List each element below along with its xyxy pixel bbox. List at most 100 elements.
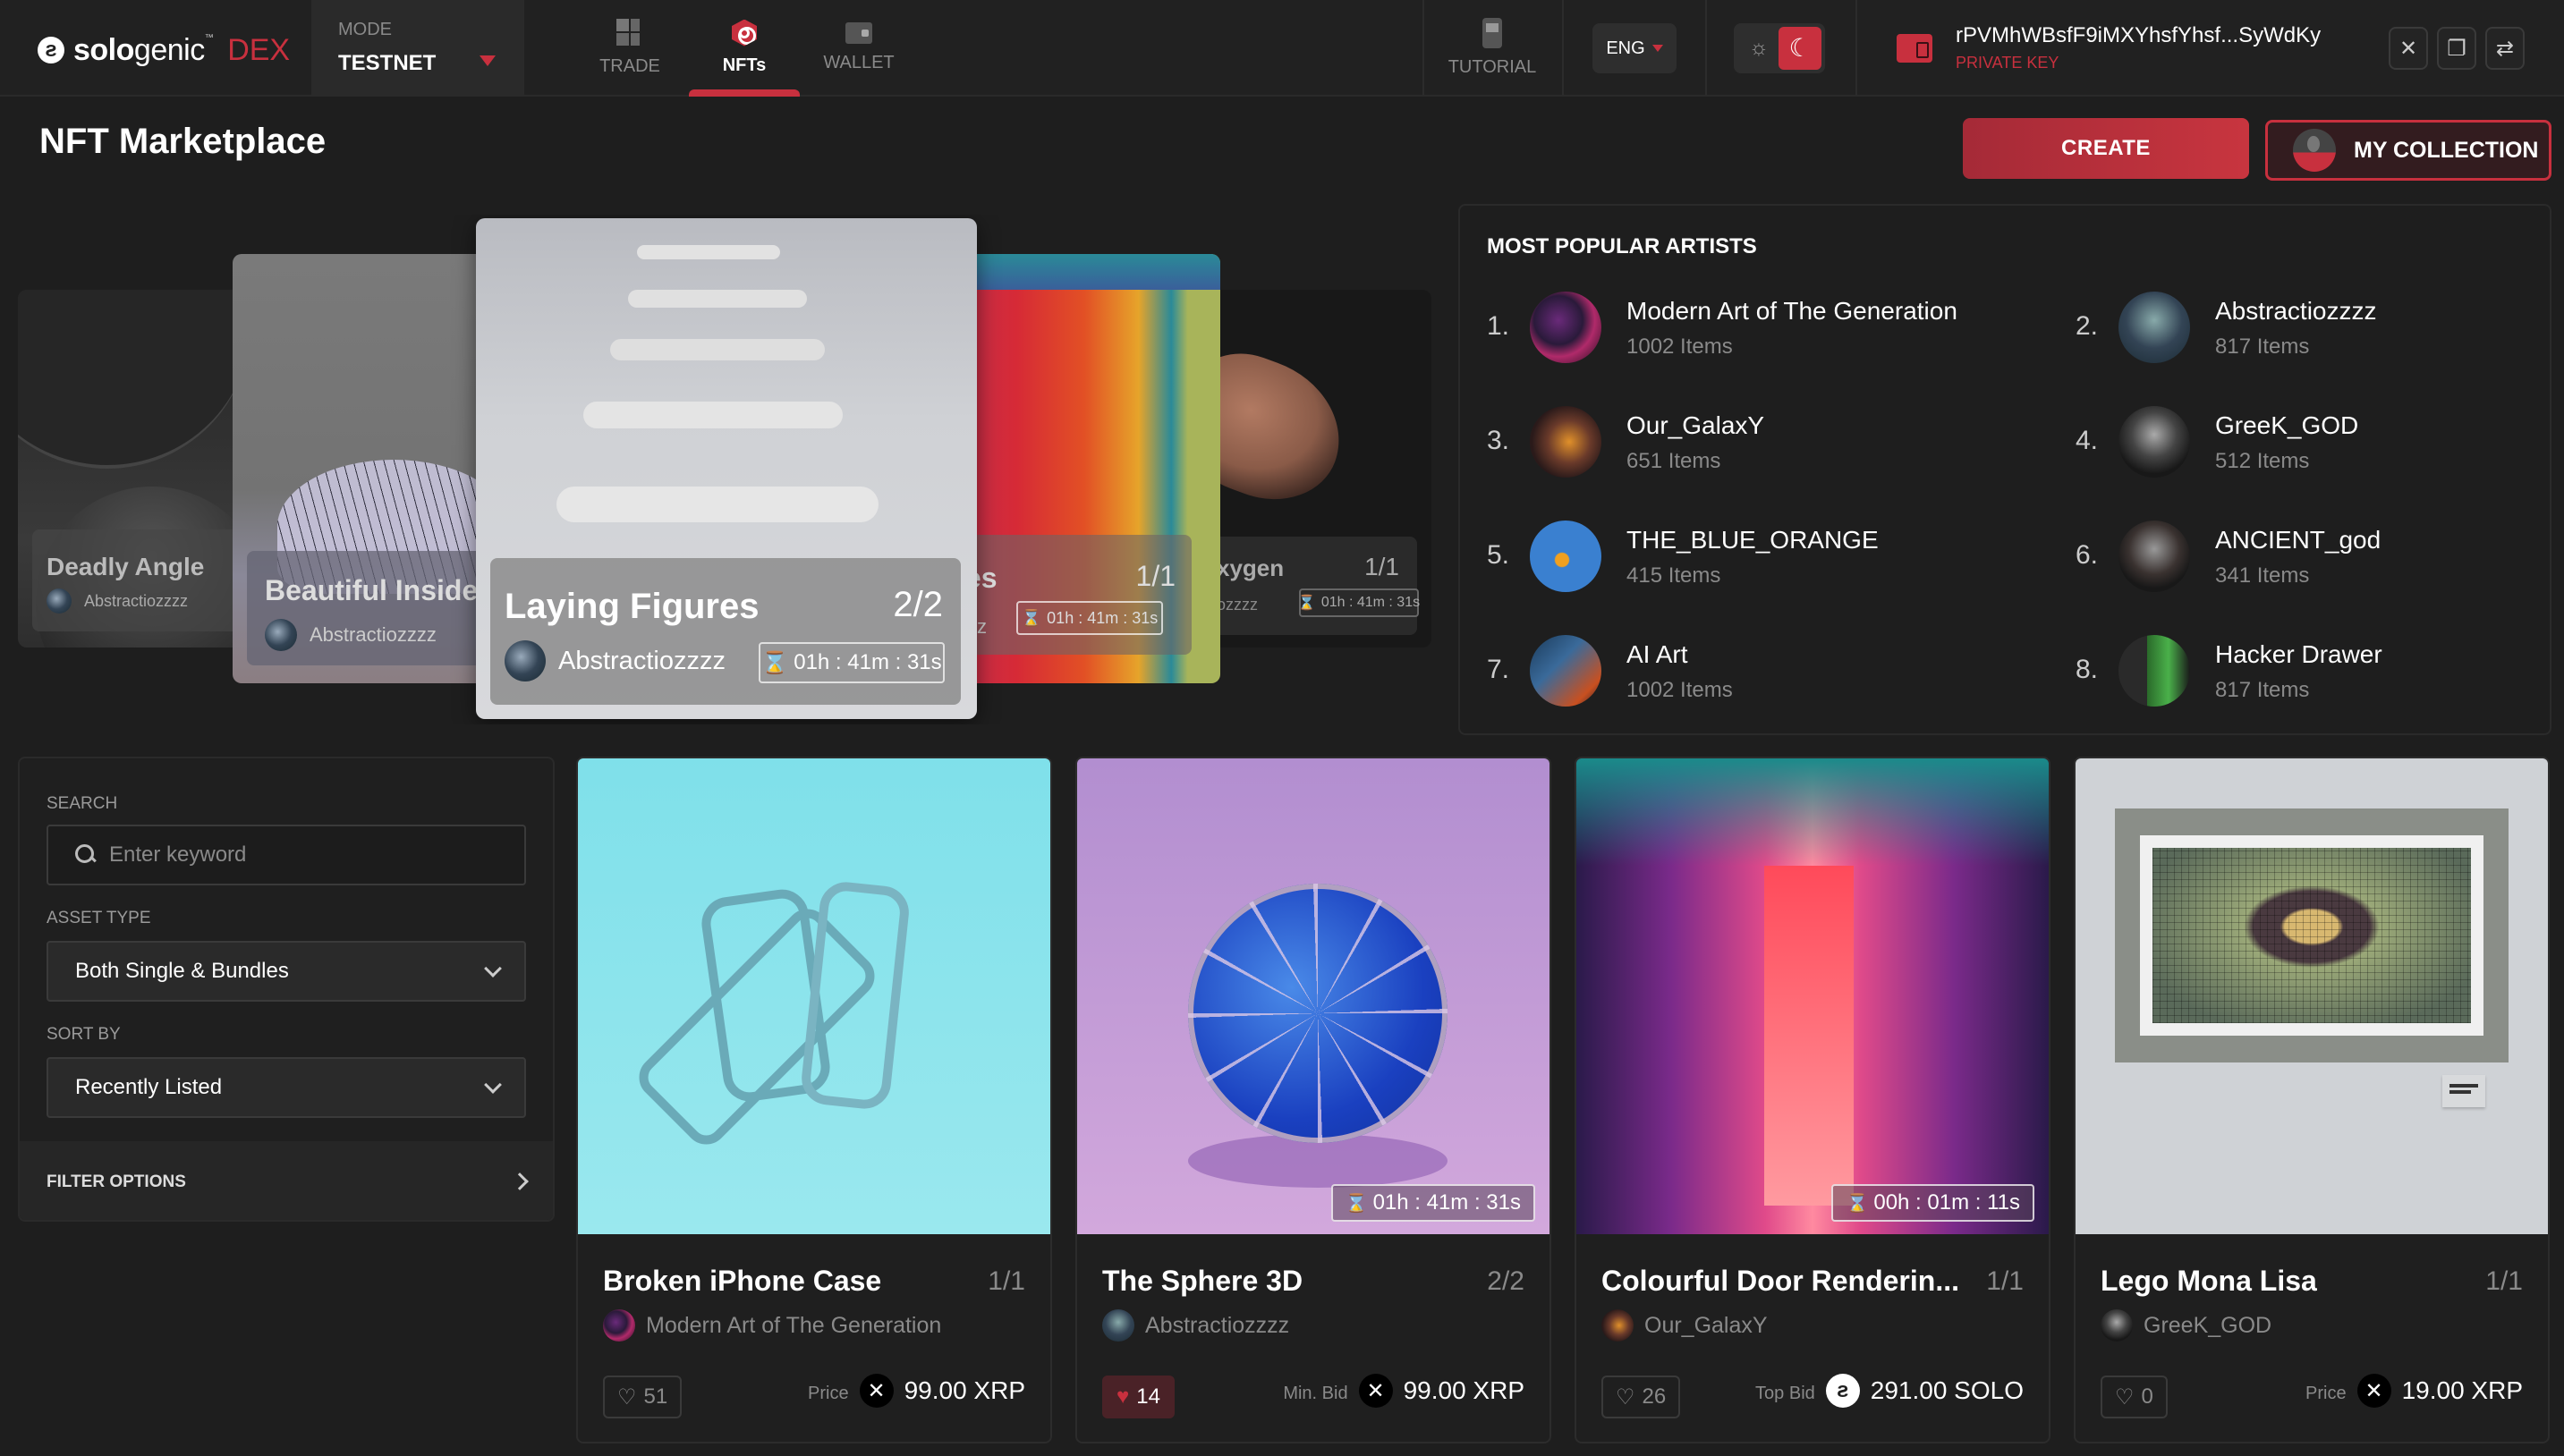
swap-icon: ⇄ — [2495, 36, 2515, 61]
trade-icon — [615, 18, 645, 47]
close-wallet-button[interactable]: ✕ — [2389, 27, 2428, 70]
price-value: 19.00 XRP — [2401, 1376, 2523, 1404]
artist-name: Our_GalaxY — [1644, 1312, 1768, 1338]
like-button[interactable]: ♡ 51 — [603, 1376, 683, 1418]
artist-item-count: 341 Items — [2215, 563, 2310, 588]
artist-item[interactable]: 4. GreeK_GOD 512 Items — [2076, 406, 2564, 487]
mode-selector[interactable]: MODE TESTNET — [311, 0, 524, 95]
nft-card[interactable]: ⌛ 00h : 01m : 11s Colourful Door Renderin.… — [1575, 757, 2050, 1443]
artist-avatar — [265, 619, 297, 651]
like-button[interactable]: ♡ 0 — [2101, 1376, 2168, 1418]
artist-name: Modern Art of The Generation — [1626, 297, 1957, 325]
nft-image[interactable] — [2076, 758, 2548, 1234]
artist-item[interactable]: 6. ANCIENT_god 341 Items — [2076, 521, 2564, 601]
sort-by-select[interactable]: Recently Listed — [47, 1057, 526, 1118]
artist-item-count: 1002 Items — [1626, 678, 1733, 702]
artist-item[interactable]: 8. Hacker Drawer 817 Items — [2076, 635, 2564, 715]
artist-item-count: 512 Items — [2215, 449, 2310, 473]
nav-nfts[interactable]: NFTs — [687, 0, 802, 97]
chevron-right-icon — [511, 1172, 529, 1190]
private-key-label[interactable]: PRIVATE KEY — [1956, 54, 2059, 72]
filter-options-toggle[interactable]: FILTER OPTIONS — [20, 1141, 553, 1220]
carousel-card-info: Laying Figures 2/2 Abstractiozzzz ⌛ 01h :… — [490, 558, 961, 705]
nft-artist[interactable]: Abstractiozzzz — [1102, 1309, 1289, 1342]
artist-rank: 7. — [1487, 655, 1510, 684]
carousel-card-artist: Abstractiozzzz — [265, 619, 437, 651]
carousel-card-artist: Abstractiozzzz — [505, 640, 726, 681]
artist-avatar — [2118, 406, 2190, 478]
search-icon — [75, 844, 97, 866]
nft-image[interactable] — [578, 758, 1050, 1234]
nav-trade[interactable]: TRADE — [573, 0, 687, 95]
xrp-icon: ✕ — [859, 1374, 894, 1408]
asset-type-select[interactable]: Both Single & Bundles — [47, 941, 526, 1002]
artist-item-count: 1002 Items — [1626, 334, 1733, 359]
chevron-down-icon — [484, 960, 502, 978]
asset-type-value: Both Single & Bundles — [75, 959, 289, 983]
artist-avatar — [603, 1309, 635, 1342]
nft-price: Top Bid ƨ 291.00 SOLO — [1755, 1374, 2024, 1408]
copy-address-button[interactable]: ❐ — [2437, 27, 2476, 70]
carousel-card-title: Beautiful Insides — [265, 574, 495, 606]
nft-image[interactable]: ⌛ 01h : 41m : 31s — [1077, 758, 1549, 1234]
like-button[interactable]: ♡ 26 — [1601, 1376, 1681, 1418]
price-label: Price — [2305, 1383, 2347, 1403]
nft-title[interactable]: Lego Mona Lisa — [2101, 1265, 2317, 1298]
artist-avatar — [1530, 521, 1601, 592]
nft-image[interactable]: ⌛ 00h : 01m : 11s — [1576, 758, 2049, 1234]
artist-avatar — [1601, 1309, 1634, 1342]
nft-artist[interactable]: GreeK_GOD — [2101, 1309, 2271, 1342]
chevron-down-icon — [484, 1076, 502, 1094]
price-value: 291.00 SOLO — [1870, 1376, 2024, 1404]
artist-item[interactable]: 3. Our_GalaxY 651 Items — [1487, 406, 2024, 487]
artist-item[interactable]: 7. AI Art 1002 Items — [1487, 635, 2024, 715]
artist-name: ANCIENT_god — [2215, 526, 2381, 554]
tutorial-button[interactable]: TUTORIAL — [1428, 0, 1557, 95]
artwork-figure — [556, 487, 879, 522]
like-button[interactable]: ♥ 14 — [1102, 1376, 1175, 1418]
nft-title[interactable]: The Sphere 3D — [1102, 1265, 1303, 1298]
moon-icon[interactable]: ☾ — [1779, 27, 1821, 70]
create-button[interactable]: CREATE — [1963, 118, 2249, 179]
nft-card[interactable]: Lego Mona Lisa 1/1 GreeK_GOD ♡ 0 Price ✕ 19.00 … — [2074, 757, 2550, 1443]
like-count: 0 — [2141, 1384, 2153, 1409]
carousel-card-artist: Abstractiozzzz — [47, 588, 188, 614]
nav-wallet[interactable]: WALLET — [802, 0, 916, 95]
artist-name: Our_GalaxY — [1626, 411, 1765, 439]
switch-wallet-button[interactable]: ⇄ — [2485, 27, 2525, 70]
caret-down-icon — [1651, 45, 1663, 52]
xrp-icon: ✕ — [1358, 1374, 1393, 1408]
most-popular-artists-panel: MOST POPULAR ARTISTS 1. Modern Art of The… — [1458, 204, 2551, 735]
timer-value: 01h : 41m : 31s — [794, 650, 942, 674]
nft-artist[interactable]: Modern Art of The Generation — [603, 1309, 941, 1342]
search-field[interactable] — [47, 825, 526, 885]
divider — [1562, 0, 1564, 95]
sun-icon[interactable]: ☼ — [1746, 36, 1771, 61]
my-collection-button[interactable]: MY COLLECTION — [2265, 120, 2551, 181]
sologenic-logo-icon: ƨ — [38, 37, 64, 63]
artist-item-count: 817 Items — [2215, 678, 2310, 702]
nft-card[interactable]: Broken iPhone Case 1/1 Modern Art of The G… — [576, 757, 1052, 1443]
panel-title: MOST POPULAR ARTISTS — [1487, 234, 1757, 258]
carousel-card-title: Laying Figures — [505, 587, 760, 626]
my-collection-label: MY COLLECTION — [2354, 137, 2539, 163]
artist-item[interactable]: 5. THE_BLUE_ORANGE 415 Items — [1487, 521, 2024, 601]
nft-edition: 1/1 — [988, 1266, 1025, 1296]
artist-item[interactable]: 2. Abstractiozzzz 817 Items — [2076, 292, 2564, 372]
language-selector[interactable]: ENG — [1592, 23, 1677, 73]
nft-title[interactable]: Colourful Door Renderin... — [1601, 1265, 1959, 1298]
search-input[interactable] — [109, 842, 485, 868]
carousel-card[interactable]: ies 1/1 zzz ⌛01h : 41m : 31s — [948, 254, 1220, 683]
carousel-card-active[interactable]: Laying Figures 2/2 Abstractiozzzz ⌛ 01h :… — [476, 218, 977, 719]
nft-title[interactable]: Broken iPhone Case — [603, 1265, 881, 1298]
price-label: Top Bid — [1755, 1383, 1815, 1403]
nft-artist[interactable]: Our_GalaxY — [1601, 1309, 1768, 1342]
sologenic-dex-logo[interactable]: ƨ sologenic™ DEX — [38, 30, 290, 70]
wallet-icon — [845, 21, 872, 44]
artist-avatar — [2118, 292, 2190, 363]
carousel-card[interactable]: Beautiful Insides Abstractiozzzz — [233, 254, 501, 683]
nft-card[interactable]: ⌛ 01h : 41m : 31s The Sphere 3D 2/2 Abstract… — [1075, 757, 1551, 1443]
artist-item[interactable]: 1. Modern Art of The Generation 1002 Items — [1487, 292, 2024, 372]
theme-toggle[interactable]: ☼ ☾ — [1734, 23, 1825, 73]
asset-type-label: ASSET TYPE — [47, 909, 151, 927]
